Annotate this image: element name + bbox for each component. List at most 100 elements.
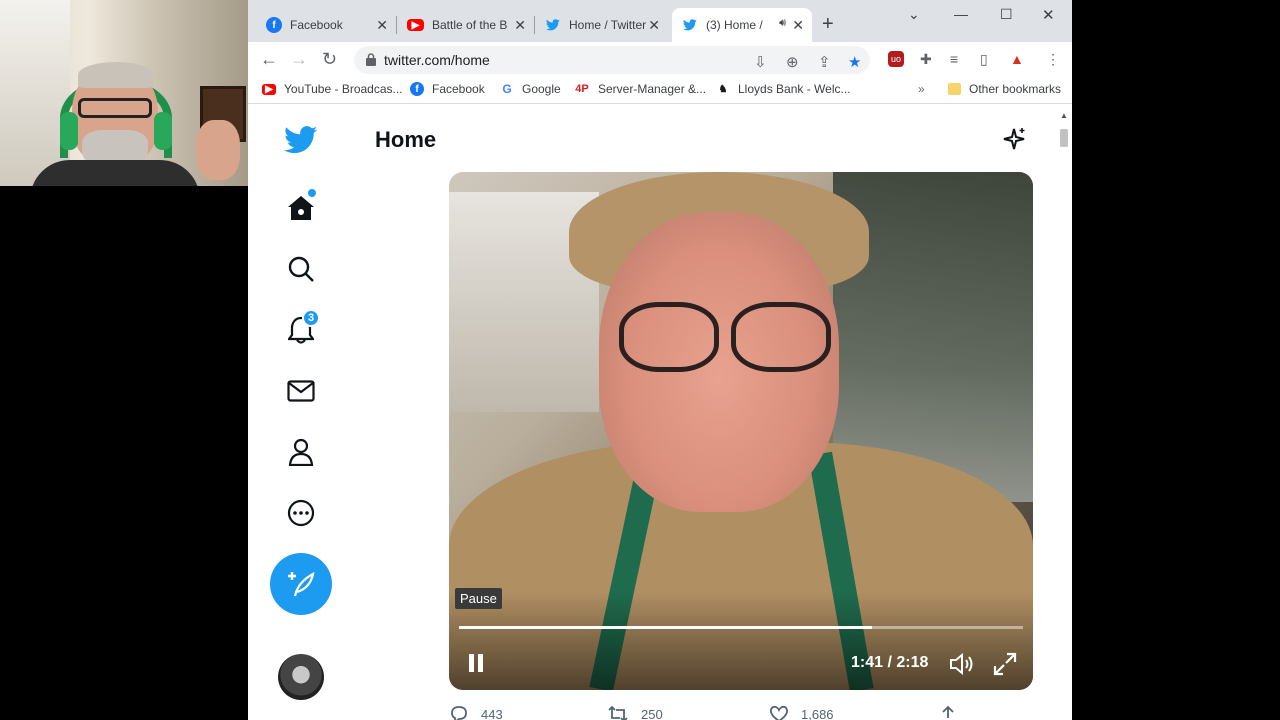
- tab-title: Home / Twitter: [569, 18, 647, 32]
- volume-button[interactable]: [949, 652, 975, 681]
- speaker-icon[interactable]: 🔊︎: [779, 17, 786, 30]
- twitter-icon: [545, 17, 561, 33]
- youtube-icon: ▶: [262, 83, 276, 95]
- video-progress-fill: [459, 626, 872, 629]
- sparkle-icon[interactable]: [1002, 127, 1026, 151]
- notifications-badge: 3: [302, 309, 320, 327]
- close-icon[interactable]: ✕: [792, 17, 804, 34]
- browser-toolbar: ← → ↻ twitter.com/home ⇩ ⊕ ⇪ ★ uo ✚ ≡ ▯ …: [248, 42, 1072, 76]
- warning-triangle-icon[interactable]: ▲: [1010, 51, 1024, 67]
- tweet-actions: 443 250 1,686: [449, 705, 1033, 720]
- account-avatar[interactable]: [278, 654, 324, 700]
- scrollbar-thumb[interactable]: [1060, 129, 1068, 147]
- page-title: Home: [375, 127, 437, 152]
- bookmark-other[interactable]: Other bookmarks: [948, 82, 1061, 96]
- webcam-window-light: [0, 0, 70, 186]
- tweet-video-player[interactable]: Pause 1:41 / 2:18: [449, 172, 1033, 690]
- retweet-button[interactable]: 250: [607, 705, 663, 720]
- more-bookmarks-chevron-icon[interactable]: »: [918, 82, 925, 96]
- retweet-icon: [608, 705, 628, 720]
- bookmark-lloyds[interactable]: ♞ Lloyds Bank - Welc...: [716, 82, 851, 96]
- tab-twitter-active[interactable]: (3) Home / 🔊︎ ✕: [672, 8, 812, 42]
- 4p-icon: 4P: [575, 83, 589, 95]
- twitter-page: 3 Home Pause 1:41 / 2:18 443 250 1,686: [248, 105, 1072, 720]
- extensions-puzzle-icon[interactable]: ✚: [920, 51, 932, 68]
- video-glasses-left: [619, 302, 719, 372]
- reload-icon[interactable]: ↻: [322, 49, 337, 70]
- home-icon[interactable]: [286, 193, 316, 223]
- timeline-header: Home: [354, 105, 1034, 171]
- facebook-icon: f: [410, 82, 424, 96]
- like-button[interactable]: 1,686: [769, 705, 834, 720]
- minimize-button[interactable]: —: [954, 6, 968, 22]
- bookmark-label: YouTube - Broadcas...: [284, 82, 403, 96]
- zoom-icon[interactable]: ⊕: [786, 53, 799, 71]
- webcam-earcup-left: [60, 112, 78, 150]
- reply-bubble-icon: [451, 706, 467, 720]
- bookmark-label: Server-Manager &...: [598, 82, 707, 96]
- bookmark-label: Lloyds Bank - Welc...: [738, 82, 851, 96]
- pause-button[interactable]: [463, 650, 489, 676]
- bookmark-google[interactable]: G Google: [500, 82, 561, 96]
- kebab-menu-icon[interactable]: ⋮: [1046, 51, 1060, 68]
- lloyds-horse-icon: ♞: [718, 83, 728, 95]
- search-icon[interactable]: [286, 254, 316, 284]
- new-tab-button[interactable]: +: [822, 13, 834, 36]
- close-icon[interactable]: ✕: [376, 17, 388, 34]
- share-upload-icon: [942, 705, 954, 718]
- home-unread-dot: [308, 189, 316, 197]
- window-close-button[interactable]: ✕: [1042, 6, 1055, 24]
- screen: f Facebook ✕ ▶ Battle of the Bl ✕ Home /…: [0, 0, 1280, 720]
- heart-icon: [770, 705, 788, 720]
- tab-title: Battle of the Bl: [432, 18, 508, 32]
- volume-icon: [950, 652, 973, 676]
- bookmark-facebook[interactable]: f Facebook: [410, 82, 485, 96]
- share-icon[interactable]: ⇪: [818, 53, 831, 71]
- back-arrow-icon[interactable]: ←: [260, 49, 278, 70]
- tab-facebook[interactable]: f Facebook ✕: [256, 8, 396, 42]
- address-bar[interactable]: twitter.com/home ⇩ ⊕ ⇪ ★: [354, 46, 870, 74]
- bookmark-server-manager[interactable]: 4P Server-Manager &...: [574, 82, 706, 96]
- home-timeline: Home Pause 1:41 / 2:18 443 250 1,686: [354, 105, 1034, 720]
- messages-envelope-icon[interactable]: [286, 376, 316, 406]
- lock-icon: [366, 53, 376, 66]
- reply-button[interactable]: 443: [449, 705, 503, 720]
- browser-window: f Facebook ✕ ▶ Battle of the Bl ✕ Home /…: [248, 0, 1072, 720]
- video-progress-bar[interactable]: [459, 626, 1023, 629]
- video-glasses-right: [731, 302, 831, 372]
- side-panel-icon[interactable]: ▯: [980, 51, 988, 68]
- webcam-hair: [78, 62, 154, 88]
- chevron-down-icon[interactable]: ⌄: [908, 6, 920, 23]
- webcam-shirt: [30, 160, 200, 186]
- bookmark-youtube[interactable]: ▶ YouTube - Broadcas...: [262, 82, 403, 96]
- media-control-icon[interactable]: ≡: [950, 51, 958, 67]
- bookmark-star-icon[interactable]: ★: [848, 53, 861, 71]
- compose-tweet-button[interactable]: [270, 553, 332, 615]
- fullscreen-icon: [993, 652, 1017, 676]
- google-icon: G: [502, 82, 512, 96]
- facebook-icon: f: [266, 17, 282, 33]
- close-icon[interactable]: ✕: [514, 17, 526, 34]
- reply-count: 443: [481, 706, 503, 720]
- ublock-origin-icon[interactable]: uo: [888, 51, 904, 67]
- twitter-logo-icon[interactable]: [284, 125, 318, 155]
- page-scrollbar[interactable]: ▲: [1056, 105, 1072, 720]
- quill-plus-icon: [288, 571, 315, 597]
- more-options-icon[interactable]: [286, 498, 316, 528]
- like-count: 1,686: [801, 706, 834, 720]
- install-app-icon[interactable]: ⇩: [754, 53, 767, 71]
- webcam-overlay: [0, 0, 248, 186]
- bookmarks-bar: ▶ YouTube - Broadcas... f Facebook G Goo…: [248, 76, 1072, 104]
- address-url[interactable]: twitter.com/home: [384, 52, 490, 68]
- tab-twitter[interactable]: Home / Twitter ✕: [535, 8, 668, 42]
- pause-tooltip: Pause: [455, 588, 502, 609]
- fullscreen-button[interactable]: [993, 652, 1017, 681]
- share-tweet-button[interactable]: [939, 705, 969, 720]
- forward-arrow-icon[interactable]: →: [290, 49, 308, 70]
- scroll-up-arrow-icon[interactable]: ▲: [1060, 111, 1068, 120]
- bookmark-label: Google: [522, 82, 561, 96]
- profile-person-icon[interactable]: [286, 437, 316, 467]
- tab-youtube[interactable]: ▶ Battle of the Bl ✕: [397, 8, 534, 42]
- close-icon[interactable]: ✕: [648, 17, 660, 34]
- maximize-button[interactable]: ☐: [1000, 6, 1013, 23]
